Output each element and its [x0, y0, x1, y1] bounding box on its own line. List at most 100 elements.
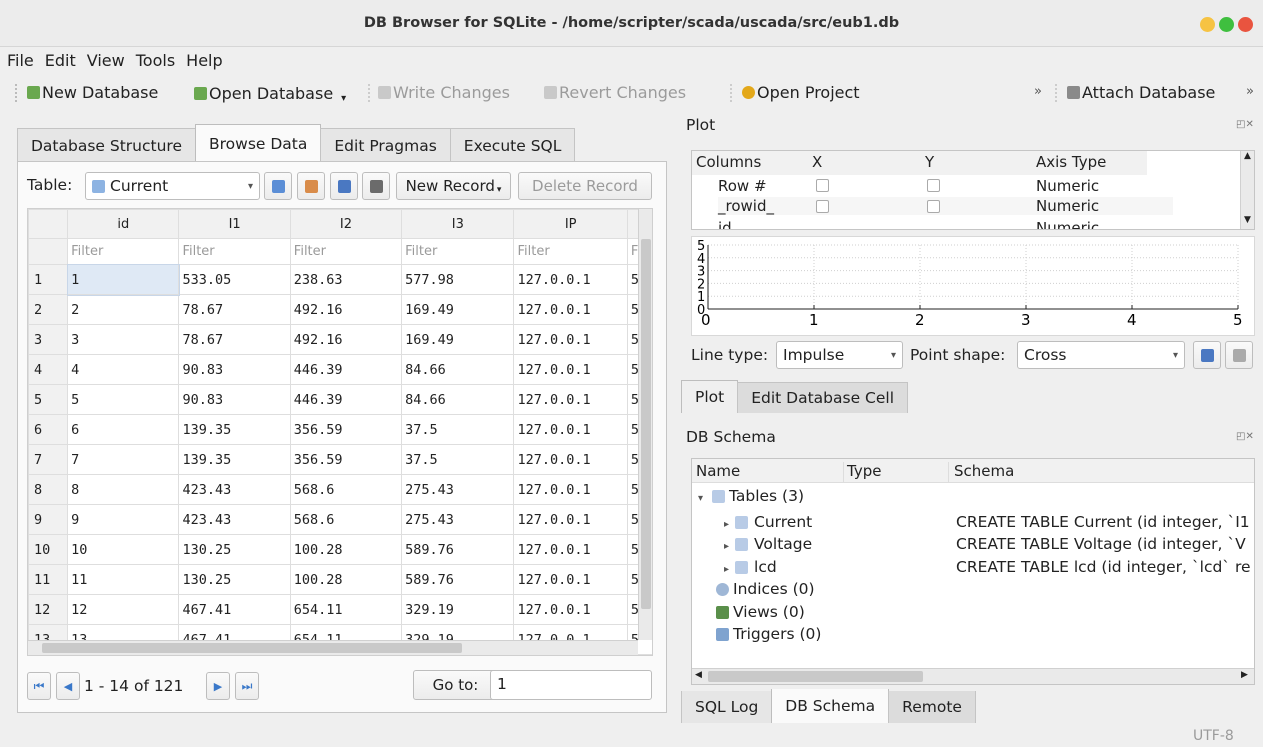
y-checkbox[interactable]: [927, 200, 940, 213]
table-cell[interactable]: 446.39: [289, 384, 403, 415]
chevron-right-icon[interactable]: ▸: [724, 541, 729, 552]
filter-input-id[interactable]: Filter: [67, 238, 180, 265]
table-cell[interactable]: 169.49: [401, 294, 515, 325]
table-cell[interactable]: 100.28: [289, 534, 403, 565]
row-header[interactable]: 8: [28, 474, 69, 505]
table-cell[interactable]: 84.66: [401, 384, 515, 415]
row-header[interactable]: 7: [28, 444, 69, 475]
table-cell[interactable]: 3: [67, 324, 180, 355]
toolbar-overflow-icon-2[interactable]: »: [1246, 84, 1254, 99]
table-cell[interactable]: 329.19: [401, 594, 515, 625]
table-cell[interactable]: 37.5: [401, 414, 515, 445]
table-cell[interactable]: 127.0.0.1: [513, 414, 628, 445]
refresh-button[interactable]: [264, 172, 292, 200]
hscrollbar-thumb[interactable]: [708, 671, 923, 682]
minimize-button[interactable]: [1200, 17, 1215, 32]
corner-cell[interactable]: [28, 209, 69, 239]
table-cell[interactable]: 127.0.0.1: [513, 324, 628, 355]
print-button[interactable]: [362, 172, 390, 200]
tab-db-schema[interactable]: DB Schema: [771, 689, 890, 723]
table-cell[interactable]: 568.6: [289, 504, 403, 535]
table-cell[interactable]: 78.67: [178, 294, 291, 325]
table-cell[interactable]: 130.25: [178, 534, 291, 565]
toolbar-overflow-icon[interactable]: »: [1034, 84, 1042, 99]
revert-changes-button[interactable]: Revert Changes: [544, 83, 686, 102]
chevron-right-icon[interactable]: ▸: [724, 519, 729, 530]
table-cell[interactable]: 127.0.0.1: [513, 264, 628, 295]
table-cell[interactable]: 84.66: [401, 354, 515, 385]
table-cell[interactable]: 127.0.0.1: [513, 474, 628, 505]
scrollbar-thumb[interactable]: [641, 239, 651, 609]
table-cell[interactable]: 446.39: [289, 354, 403, 385]
chevron-right-icon[interactable]: ▸: [724, 564, 729, 575]
x-checkbox[interactable]: [816, 200, 829, 213]
open-project-button[interactable]: Open Project: [742, 83, 860, 102]
table-cell[interactable]: 78.67: [178, 324, 291, 355]
tab-sql-log[interactable]: SQL Log: [681, 691, 773, 723]
close-button[interactable]: [1238, 17, 1253, 32]
write-changes-button[interactable]: Write Changes: [378, 83, 510, 102]
tab-plot[interactable]: Plot: [681, 380, 739, 413]
tree-node-current[interactable]: ▸ Current CREATE TABLE Current (id integer…: [692, 511, 1254, 534]
table-cell[interactable]: 127.0.0.1: [513, 384, 628, 415]
y-checkbox[interactable]: [927, 179, 940, 192]
chevron-down-icon[interactable]: ▾: [698, 493, 703, 504]
table-select[interactable]: Current ▾: [85, 172, 260, 200]
column-header-i3[interactable]: I3: [401, 209, 515, 239]
table-cell[interactable]: 6: [67, 414, 180, 445]
table-cell[interactable]: 37.5: [401, 444, 515, 475]
column-header-i2[interactable]: I2: [289, 209, 403, 239]
tab-edit-database-cell[interactable]: Edit Database Cell: [737, 382, 909, 413]
row-header[interactable]: 2: [28, 294, 69, 325]
pane-float-close-icon[interactable]: ◰✕: [1236, 431, 1254, 442]
horizontal-scrollbar[interactable]: [28, 640, 638, 655]
row-header[interactable]: 1: [28, 264, 69, 295]
schema-horizontal-scrollbar[interactable]: ◀ ▶: [692, 668, 1254, 684]
row-header[interactable]: 11: [28, 564, 69, 595]
filter-input-i2[interactable]: Filter: [289, 238, 403, 265]
attach-database-button[interactable]: Attach Database: [1067, 83, 1215, 102]
table-cell[interactable]: 7: [67, 444, 180, 475]
table-cell[interactable]: 127.0.0.1: [513, 444, 628, 475]
filter-input-i1[interactable]: Filter: [178, 238, 291, 265]
tab-remote[interactable]: Remote: [888, 691, 976, 723]
column-header-id[interactable]: id: [67, 209, 180, 239]
tree-node-lcd[interactable]: ▸ lcd CREATE TABLE lcd (id integer, `lcd` …: [692, 556, 1254, 579]
first-page-button[interactable]: ⏮: [27, 672, 51, 700]
menu-tools[interactable]: Tools: [130, 51, 180, 70]
table-cell[interactable]: 2: [67, 294, 180, 325]
table-cell[interactable]: 275.43: [401, 474, 515, 505]
table-cell[interactable]: 8: [67, 474, 180, 505]
tab-browse-data[interactable]: Browse Data: [195, 124, 322, 162]
row-header[interactable]: 3: [28, 324, 69, 355]
table-cell[interactable]: 9: [67, 504, 180, 535]
tree-node-triggers[interactable]: Triggers (0): [692, 623, 1254, 646]
tab-execute-sql[interactable]: Execute SQL: [449, 128, 576, 162]
table-cell[interactable]: 11: [67, 564, 180, 595]
table-cell[interactable]: 423.43: [178, 504, 291, 535]
new-record-button[interactable]: New Record ▾: [396, 172, 511, 200]
tree-node-indices[interactable]: Indices (0): [692, 578, 1254, 601]
go-to-input[interactable]: 1: [490, 670, 652, 700]
table-cell[interactable]: 169.49: [401, 324, 515, 355]
table-cell[interactable]: 589.76: [401, 564, 515, 595]
scroll-left-icon[interactable]: ◀: [695, 670, 702, 680]
table-cell[interactable]: 12: [67, 594, 180, 625]
filter-input-ip[interactable]: Filter: [513, 238, 628, 265]
table-cell[interactable]: 568.6: [289, 474, 403, 505]
table-cell[interactable]: 238.63: [289, 264, 403, 295]
maximize-button[interactable]: [1219, 17, 1234, 32]
table-cell[interactable]: 467.41: [178, 594, 291, 625]
previous-page-button[interactable]: ◀: [56, 672, 80, 700]
tab-database-structure[interactable]: Database Structure: [17, 128, 196, 162]
filter-input-i3[interactable]: Filter: [401, 238, 515, 265]
go-to-button[interactable]: Go to:: [413, 670, 498, 700]
table-cell[interactable]: 492.16: [289, 294, 403, 325]
save-plot-button[interactable]: [1193, 341, 1221, 369]
table-cell[interactable]: 4: [67, 354, 180, 385]
table-cell[interactable]: 130.25: [178, 564, 291, 595]
row-header[interactable]: 9: [28, 504, 69, 535]
table-cell[interactable]: 5: [67, 384, 180, 415]
next-page-button[interactable]: ▶: [206, 672, 230, 700]
table-cell[interactable]: 90.83: [178, 384, 291, 415]
